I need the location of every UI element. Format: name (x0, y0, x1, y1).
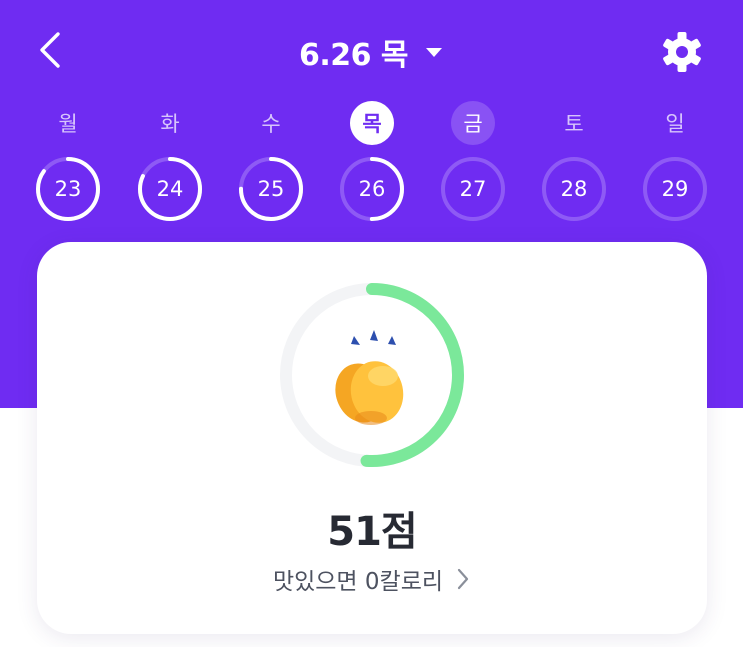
weekday-sun[interactable]: 일 (653, 101, 697, 145)
weekday-wed[interactable]: 수 (249, 101, 293, 145)
day-28[interactable]: 28 (541, 156, 607, 222)
day-24[interactable]: 24 (137, 156, 203, 222)
day-number: 24 (156, 177, 184, 201)
weekday-tue[interactable]: 화 (148, 101, 192, 145)
day-number: 26 (358, 177, 386, 201)
chevron-right-icon (457, 568, 469, 590)
settings-button[interactable] (660, 30, 704, 74)
weekday-mon[interactable]: 월 (46, 101, 90, 145)
day-number: 28 (560, 177, 588, 201)
score-ring (275, 278, 469, 472)
day-number: 23 (54, 177, 82, 201)
day-25[interactable]: 25 (238, 156, 304, 222)
day-number: 25 (257, 177, 285, 201)
score-value: 51점 (327, 509, 417, 555)
score-detail-link[interactable]: 맛있으면 0칼로리 (37, 562, 707, 596)
weekday-fri[interactable]: 금 (451, 101, 495, 145)
weekday-sat[interactable]: 토 (552, 101, 596, 145)
score-card: 51점 맛있으면 0칼로리 (37, 242, 707, 634)
day-number: 29 (661, 177, 689, 201)
date-picker-toggle[interactable]: 6.26 목 (0, 30, 743, 74)
page-title: 6.26 목 (298, 38, 409, 73)
gear-icon (663, 32, 701, 72)
day-26[interactable]: 26 (339, 156, 405, 222)
caret-down-icon (426, 48, 443, 57)
top-bar: 6.26 목 (0, 0, 743, 100)
clapping-hand-icon (335, 330, 404, 425)
score-message: 맛있으면 0칼로리 (272, 569, 444, 595)
weekday-thu[interactable]: 목 (350, 101, 394, 145)
day-27[interactable]: 27 (440, 156, 506, 222)
day-number: 27 (459, 177, 487, 201)
day-29[interactable]: 29 (642, 156, 708, 222)
day-23[interactable]: 23 (35, 156, 101, 222)
